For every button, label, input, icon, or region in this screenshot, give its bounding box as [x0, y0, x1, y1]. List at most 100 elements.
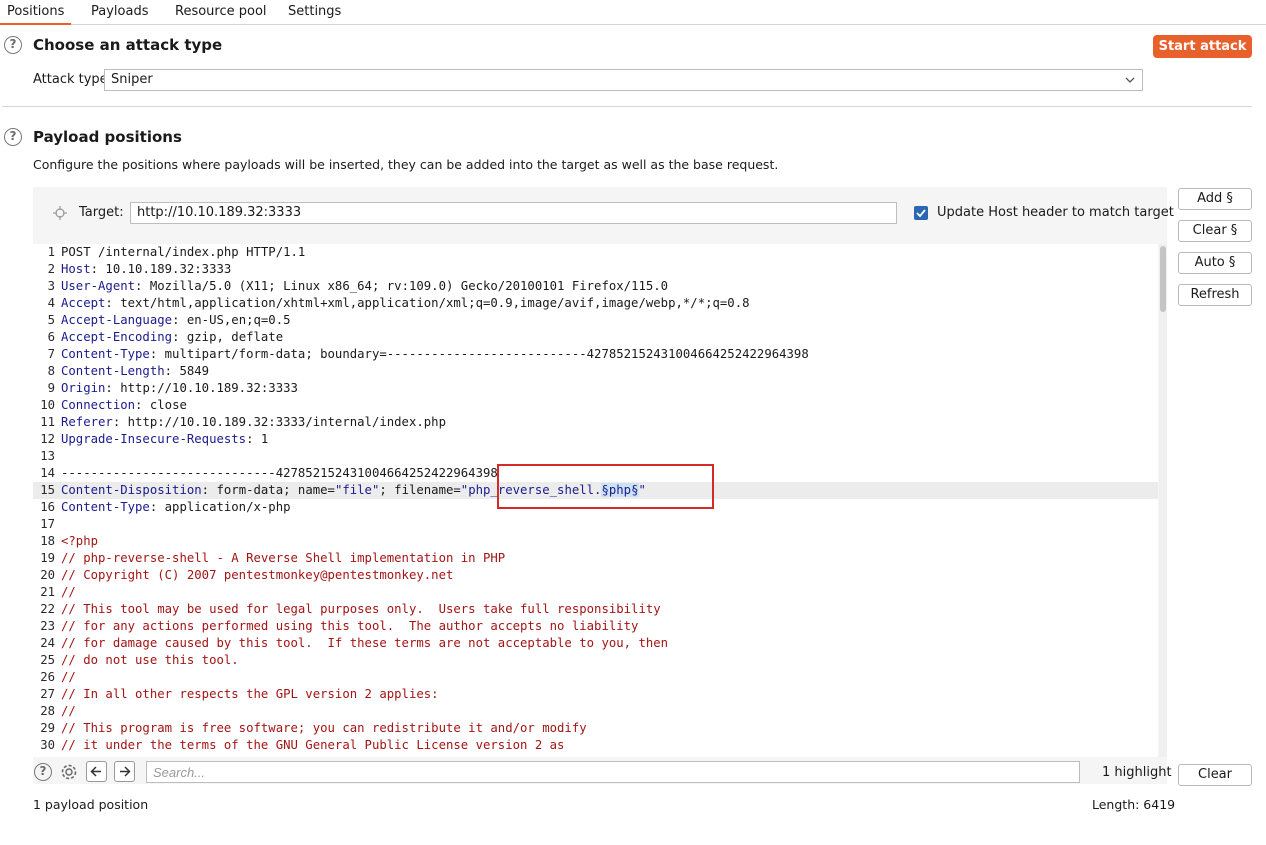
- code-text: // php-reverse-shell - A Reverse Shell i…: [61, 551, 506, 565]
- code-line[interactable]: 28 //: [33, 703, 1158, 720]
- payload-positions-description: Configure the positions where payloads w…: [33, 157, 779, 172]
- code-line[interactable]: 13: [33, 448, 1158, 465]
- code-line[interactable]: 24 // for damage caused by this tool. If …: [33, 635, 1158, 652]
- code-text: Content-Disposition: [61, 483, 202, 497]
- code-line[interactable]: 30 // it under the terms of the GNU Gener…: [33, 737, 1158, 754]
- auto-marker-button[interactable]: Auto §: [1178, 252, 1252, 274]
- line-number: 29: [40, 721, 55, 735]
- code-text: Content-Type: [61, 500, 150, 514]
- search-input[interactable]: [146, 761, 1080, 783]
- clear-marker-button[interactable]: Clear §: [1178, 220, 1252, 242]
- attack-type-heading: Choose an attack type: [33, 36, 223, 54]
- code-line[interactable]: 23 // for any actions performed using thi…: [33, 618, 1158, 635]
- help-icon[interactable]: ?: [4, 36, 22, 54]
- highlight-count: 1 highlight: [1102, 765, 1172, 780]
- code-text: Content-Type: [61, 347, 150, 361]
- code-text: : application/x-php: [149, 500, 291, 514]
- update-host-label: Update Host header to match target: [937, 205, 1174, 220]
- code-line[interactable]: 8 Content-Length: 5849: [33, 363, 1158, 380]
- tab-resource-pool[interactable]: Resource pool: [168, 0, 274, 25]
- code-line[interactable]: 1 POST /internal/index.php HTTP/1.1: [33, 244, 1158, 261]
- line-number: 27: [40, 687, 55, 701]
- code-line[interactable]: 26 //: [33, 669, 1158, 686]
- code-line[interactable]: 2 Host: 10.10.189.32:3333: [33, 261, 1158, 278]
- code-text: ; filename=: [379, 483, 461, 497]
- request-editor[interactable]: 1 POST /internal/index.php HTTP/1.1 2 Host:…: [33, 244, 1158, 757]
- next-match-button[interactable]: [114, 761, 135, 782]
- help-icon[interactable]: ?: [34, 763, 52, 781]
- arrow-left-icon: [90, 766, 101, 777]
- code-line[interactable]: 10 Connection: close: [33, 397, 1158, 414]
- code-text: // Copyright (C) 2007 pentestmonkey@pent…: [61, 568, 454, 582]
- code-text: Upgrade-Insecure-Requests: [61, 432, 247, 446]
- payload-positions-heading: Payload positions: [33, 128, 182, 146]
- code-line[interactable]: 21 //: [33, 584, 1158, 601]
- code-text: : form-data; name=: [201, 483, 335, 497]
- line-number: 20: [40, 568, 55, 582]
- code-text: Accept-Language: [61, 313, 173, 327]
- code-line[interactable]: 20 // Copyright (C) 2007 pentestmonkey@pe…: [33, 567, 1158, 584]
- tab-settings[interactable]: Settings: [281, 0, 348, 25]
- code-text: // for damage caused by this tool. If th…: [61, 636, 669, 650]
- code-text: //: [61, 585, 76, 599]
- line-number: 12: [40, 432, 55, 446]
- line-number: 22: [40, 602, 55, 616]
- line-number: 5: [47, 313, 55, 327]
- code-line[interactable]: 27 // In all other respects the GPL versi…: [33, 686, 1158, 703]
- line-number: 3: [47, 279, 55, 293]
- tab-positions[interactable]: Positions: [0, 0, 72, 25]
- code-line[interactable]: 22 // This tool may be used for legal pur…: [33, 601, 1158, 618]
- start-attack-button[interactable]: Start attack: [1153, 35, 1252, 58]
- clear-search-button[interactable]: Clear: [1178, 764, 1252, 786]
- code-line[interactable]: 15 Content-Disposition: form-data; name="…: [33, 482, 1158, 499]
- code-line[interactable]: 16 Content-Type: application/x-php: [33, 499, 1158, 516]
- code-text: // This tool may be used for legal purpo…: [61, 602, 661, 616]
- section-divider: [2, 106, 1252, 107]
- code-text: "file": [334, 483, 380, 497]
- code-line[interactable]: 14 -----------------------------427852152…: [33, 465, 1158, 482]
- attack-type-select[interactable]: Sniper: [104, 69, 1143, 91]
- gear-icon[interactable]: [59, 762, 79, 782]
- line-number: 21: [40, 585, 55, 599]
- code-text: Content-Length: [61, 364, 165, 378]
- code-line[interactable]: 17: [33, 516, 1158, 533]
- line-number: 11: [40, 415, 55, 429]
- editor-scrollbar-thumb[interactable]: [1160, 246, 1166, 312]
- target-label: Target:: [79, 205, 124, 220]
- update-host-checkbox[interactable]: [914, 206, 928, 220]
- code-text: // it under the terms of the GNU General…: [61, 738, 565, 752]
- code-text: Accept: [61, 296, 106, 310]
- code-line[interactable]: 4 Accept: text/html,application/xhtml+xml…: [33, 295, 1158, 312]
- code-text: <?php: [61, 534, 99, 548]
- code-line[interactable]: 29 // This program is free software; you …: [33, 720, 1158, 737]
- tab-payloads[interactable]: Payloads: [84, 0, 155, 25]
- target-input[interactable]: http://10.10.189.32:3333: [130, 202, 897, 224]
- code-line[interactable]: 5 Accept-Language: en-US,en;q=0.5: [33, 312, 1158, 329]
- code-text: : Mozilla/5.0 (X11; Linux x86_64; rv:109…: [135, 279, 669, 293]
- code-line[interactable]: 11 Referer: http://10.10.189.32:3333/inte…: [33, 414, 1158, 431]
- line-number: 19: [40, 551, 55, 565]
- code-text: : close: [135, 398, 187, 412]
- code-text: Connection: [61, 398, 136, 412]
- code-line[interactable]: 12 Upgrade-Insecure-Requests: 1: [33, 431, 1158, 448]
- line-number: 16: [40, 500, 55, 514]
- previous-match-button[interactable]: [86, 761, 107, 782]
- refresh-button[interactable]: Refresh: [1178, 284, 1252, 306]
- code-line[interactable]: 7 Content-Type: multipart/form-data; boun…: [33, 346, 1158, 363]
- add-marker-button[interactable]: Add §: [1178, 188, 1252, 210]
- code-line[interactable]: 19 // php-reverse-shell - A Reverse Shell…: [33, 550, 1158, 567]
- code-line[interactable]: 3 User-Agent: Mozilla/5.0 (X11; Linux x86…: [33, 278, 1158, 295]
- line-number: 4: [47, 296, 55, 310]
- help-icon[interactable]: ?: [4, 128, 22, 146]
- code-line[interactable]: 25 // do not use this tool.: [33, 652, 1158, 669]
- code-text: // for any actions performed using this …: [61, 619, 639, 633]
- code-line[interactable]: 18 <?php: [33, 533, 1158, 550]
- code-text: Referer: [61, 415, 113, 429]
- line-number: 13: [40, 449, 55, 463]
- code-line[interactable]: 6 Accept-Encoding: gzip, deflate: [33, 329, 1158, 346]
- editor-scrollbar[interactable]: [1159, 244, 1167, 757]
- code-line[interactable]: 9 Origin: http://10.10.189.32:3333: [33, 380, 1158, 397]
- payload-position-count: 1 payload position: [33, 797, 149, 812]
- chevron-down-icon: [1125, 77, 1135, 83]
- request-length: Length: 6419: [1092, 797, 1176, 812]
